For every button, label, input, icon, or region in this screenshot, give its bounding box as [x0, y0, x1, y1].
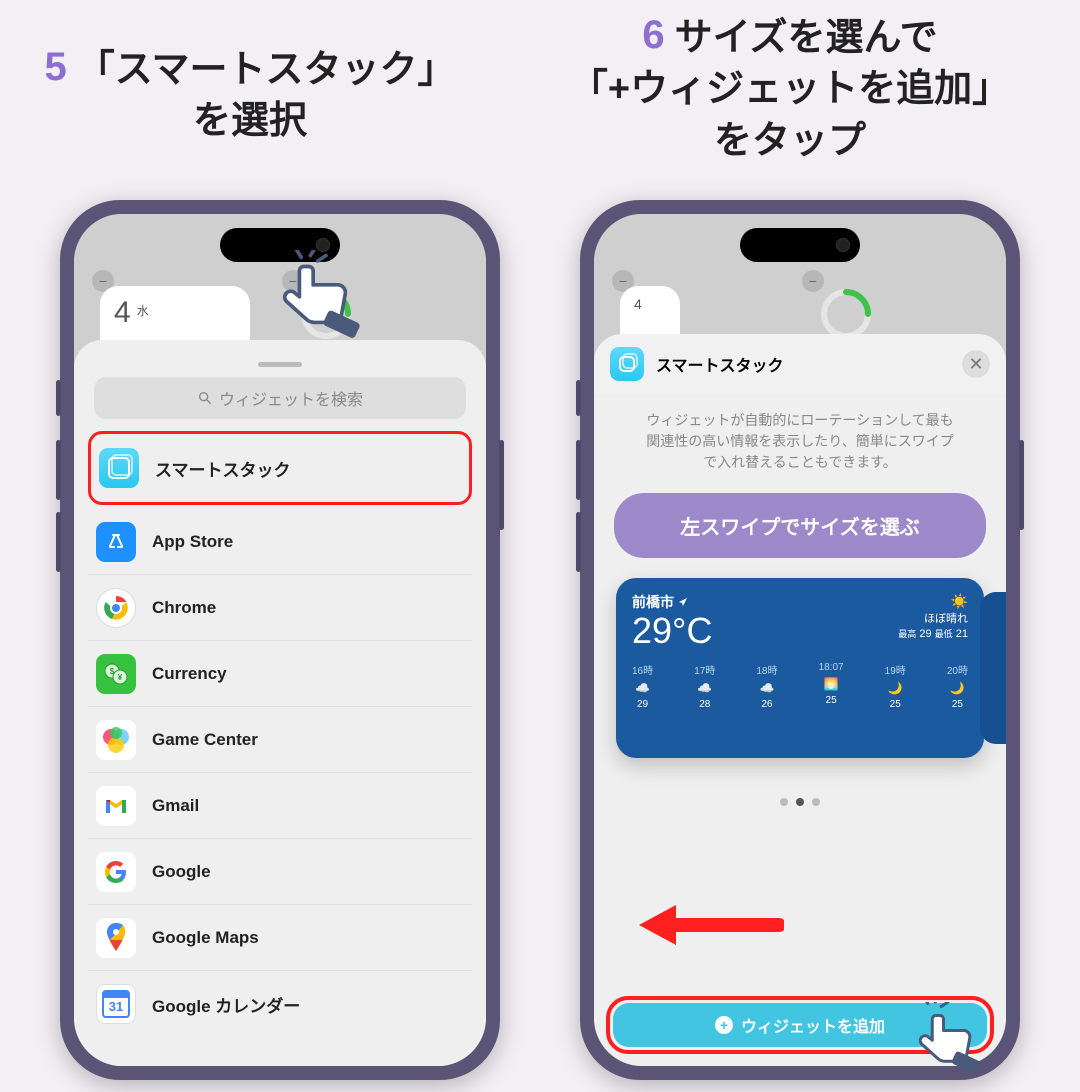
widget-preview-carousel[interactable]: 前橋市 29°C ☀️ ほぼ晴れ 最高 29 最低 21 [616, 578, 984, 758]
weather-widget-preview: 前橋市 29°C ☀️ ほぼ晴れ 最高 29 最低 21 [616, 578, 984, 758]
add-widget-label: ウィジェットを追加 [741, 1013, 885, 1037]
camera-dot [316, 238, 330, 252]
list-label: Google Maps [152, 928, 259, 948]
dynamic-island [220, 228, 340, 262]
list-item-googlecalendar[interactable]: 31 Google カレンダー [88, 971, 472, 1037]
mute-switch [576, 380, 581, 416]
weather-city: 前橋市 [632, 592, 712, 612]
step6-line2: 「+ウィジェットを追加」 [500, 64, 1080, 115]
day-num: 4 [114, 296, 131, 330]
power-button [499, 440, 504, 530]
day-num: 4 [634, 296, 642, 312]
list-label: App Store [152, 532, 233, 552]
list-item-googlemaps[interactable]: Google Maps [88, 905, 472, 971]
sheet-header: スマートスタック ✕ [594, 334, 1006, 394]
googlecalendar-icon: 31 [96, 984, 136, 1024]
search-icon [197, 390, 213, 406]
svg-text:⚡: ⚡ [317, 306, 334, 323]
chrome-icon [96, 588, 136, 628]
desc-line: ウィジェットが自動的にローテーションして最も [608, 410, 992, 431]
list-label: Google カレンダー [152, 992, 300, 1017]
power-button [1019, 440, 1024, 530]
list-item-chrome[interactable]: Chrome [88, 575, 472, 641]
add-widget-button[interactable]: + ウィジェットを追加 [613, 1003, 987, 1047]
step6-number: 6 [642, 13, 664, 57]
gmail-icon [96, 786, 136, 826]
step6-line3: をタップ [500, 116, 1080, 167]
step6-caption: 6 サイズを選んで 「+ウィジェットを追加」 をタップ [500, 8, 1080, 167]
hi-val: 29 [919, 628, 931, 640]
city-label: 前橋市 [632, 592, 674, 612]
lo-label: 最低 [935, 629, 953, 639]
location-icon [678, 597, 688, 607]
hourly-forecast: 16時☁️29 17時☁️28 18時☁️26 18:07🌅25 19時🌙25 … [632, 662, 968, 710]
phone-step6: − − 4 スマートスタック ✕ ウィジェットが自動的にローテーションして最も … [580, 200, 1020, 1080]
sheet-description: ウィジェットが自動的にローテーションして最も 関連性の高い情報を表示したり、簡単… [608, 410, 992, 473]
volume-down [576, 512, 581, 572]
list-item-appstore[interactable]: App Store [88, 509, 472, 575]
volume-up [56, 440, 61, 500]
list-item-gmail[interactable]: Gmail [88, 773, 472, 839]
list-label: Gmail [152, 796, 199, 816]
hi-label: 最高 [898, 629, 916, 639]
swipe-left-arrow-icon [634, 900, 784, 950]
sheet-grabber[interactable] [258, 362, 302, 367]
list-item-smart-stack[interactable]: スマートスタック [88, 431, 472, 505]
next-card-peek [980, 592, 1006, 744]
weather-temp: 29°C [632, 610, 712, 652]
step5-caption: 5 「スマートスタック」 を選択 [0, 40, 500, 148]
close-button[interactable]: ✕ [962, 350, 990, 378]
mute-switch [56, 380, 61, 416]
search-placeholder: ウィジェットを検索 [219, 386, 363, 410]
plus-icon: + [715, 1016, 733, 1034]
step5-number: 5 [44, 45, 66, 89]
svg-text:¥: ¥ [118, 673, 123, 682]
list-label: Game Center [152, 730, 258, 750]
list-label: スマートスタック [155, 456, 291, 481]
widget-size-sheet: ウィジェットが自動的にローテーションして最も 関連性の高い情報を表示したり、簡単… [594, 340, 1006, 1066]
camera-dot [836, 238, 850, 252]
swipe-tip-pill: 左スワイプでサイズを選ぶ [614, 493, 986, 558]
page-indicator [608, 798, 992, 806]
screen-left: − − 4 水 ⚡ ウィジェットを検索 スマートスタック [74, 214, 486, 1066]
list-item-google[interactable]: Google [88, 839, 472, 905]
lo-val: 21 [956, 628, 968, 640]
step6-line1: サイズを選んで [675, 17, 938, 59]
list-item-currency[interactable]: $¥ Currency [88, 641, 472, 707]
weather-condition: ☀️ ほぼ晴れ 最高 29 最低 21 [898, 592, 968, 642]
list-label: Chrome [152, 598, 216, 618]
svg-text:$: $ [110, 667, 115, 676]
screen-right: − − 4 スマートスタック ✕ ウィジェットが自動的にローテーションして最も … [594, 214, 1006, 1066]
smart-stack-icon [610, 347, 644, 381]
day-label: 水 [137, 302, 149, 319]
add-widget-highlight: + ウィジェットを追加 [606, 996, 994, 1054]
sheet-title: スマートスタック [656, 352, 784, 376]
cond-label: ほぼ晴れ [898, 612, 968, 627]
gamecenter-icon [96, 720, 136, 760]
googlemaps-icon [96, 918, 136, 958]
battery-widget-bg: ⚡ [296, 284, 356, 344]
currency-icon: $¥ [96, 654, 136, 694]
google-icon [96, 852, 136, 892]
phone-step5: − − 4 水 ⚡ ウィジェットを検索 スマートスタック [60, 200, 500, 1080]
search-input[interactable]: ウィジェットを検索 [94, 377, 466, 419]
dynamic-island [740, 228, 860, 262]
volume-up [576, 440, 581, 500]
desc-line: で入れ替えることもできます。 [608, 452, 992, 473]
step5-line2: を選択 [0, 96, 500, 147]
step5-line1: 「スマートスタック」 [77, 49, 456, 91]
list-label: Google [152, 862, 211, 882]
desc-line: 関連性の高い情報を表示したり、簡単にスワイプ [608, 431, 992, 452]
svg-text:31: 31 [109, 999, 123, 1014]
volume-down [56, 512, 61, 572]
list-item-gamecenter[interactable]: Game Center [88, 707, 472, 773]
appstore-icon [96, 522, 136, 562]
smart-stack-icon [99, 448, 139, 488]
widget-picker-sheet: ウィジェットを検索 スマートスタック App Store Chrome [74, 340, 486, 1066]
list-label: Currency [152, 664, 227, 684]
